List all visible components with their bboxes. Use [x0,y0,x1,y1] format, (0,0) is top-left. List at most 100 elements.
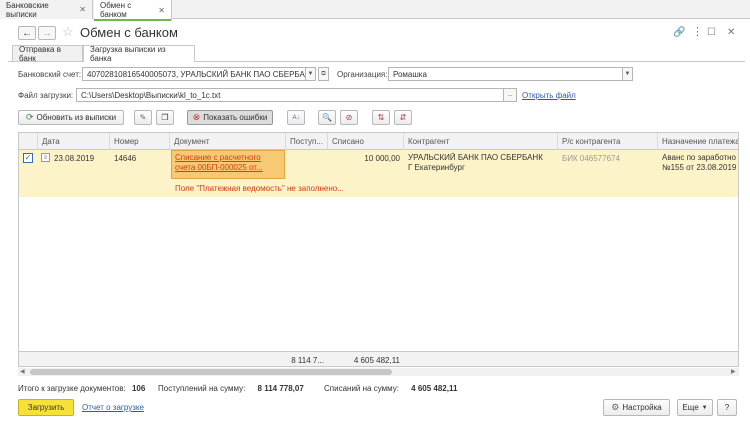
settings-button[interactable]: ⚙ Настройка [603,399,670,416]
more-vert-icon[interactable]: ⋮ [692,25,703,38]
maximize-icon[interactable]: ☐ [707,27,716,38]
header-document[interactable]: Документ [170,133,286,150]
row-counterparty: УРАЛЬСКИЙ БАНК ПАО СБЕРБАНК [408,153,543,162]
chevron-down-icon: ▼ [701,404,708,411]
button-label: Настройка [622,403,662,412]
sort-ascending-icon: ⇅ [377,113,385,122]
table-header: Дата Номер Документ Поступ... Списано Ко… [19,133,738,150]
row-document-link-line2[interactable]: счета 00БП-000025 от... [175,163,263,172]
open-account-icon[interactable]: ⧉ [318,67,329,81]
page-title: Обмен с банком [80,25,178,40]
row-debit: 10 000,00 [364,154,400,163]
tab-send-to-bank[interactable]: Отправка в банк [12,44,83,63]
row-date: 23.08.2019 [54,154,95,163]
search-button[interactable]: 🔍 [318,110,336,125]
chevron-down-icon[interactable]: ▼ [622,67,633,81]
row-error-message: Поле "Платежная ведомость" не заполнено.… [175,184,344,193]
header-checkbox-column [19,133,38,150]
app-tab-bank-statements[interactable]: Банковские выписки ✕ [0,0,93,19]
sort-descending-icon: ⇵ [399,113,407,122]
table-row[interactable]: ✓ ≡ 23.08.2019 14646 Списание с расчетно… [19,150,738,180]
account-label: Банковский счет: [18,70,82,79]
documents-table: Дата Номер Документ Поступ... Списано Ко… [18,132,739,367]
chevron-down-icon[interactable]: ▼ [305,67,316,81]
tab-label: Отправка в банк [19,44,61,63]
row-counterparty-account: БИК 046577674 [562,154,620,163]
browse-button[interactable]: ... [503,88,517,102]
header-number[interactable]: Номер [110,133,170,150]
button-label: Обновить из выписки [36,113,117,122]
load-button[interactable]: Загрузить [18,399,74,416]
scroll-left-icon[interactable]: ◀ [20,368,25,375]
app-tab-bank-exchange[interactable]: Обмен с банком ✕ [94,0,172,21]
row-counterparty-city: Г Екатеринбург [408,163,465,172]
help-button[interactable]: ? [717,399,737,416]
header-purpose[interactable]: Назначение платежа [658,133,738,150]
show-errors-button[interactable]: ⊗ Показать ошибки [187,110,273,125]
app-tab-label: Обмен с банком [100,1,132,19]
search-icon: 🔍 [322,113,332,122]
row-purpose: Аванс по заработно [662,153,736,162]
check-pencil-icon: ✎ [139,113,147,122]
income-total-value: 8 114 778,07 [257,384,304,393]
debit-total-value: 4 605 482,11 [411,384,458,393]
close-window-icon[interactable]: ✕ [727,27,735,38]
header-date[interactable]: Дата [38,133,110,150]
header-counterparty-account[interactable]: Р/с контрагента [558,133,658,150]
app-tabbar: Банковские выписки ✕ Обмен с банком ✕ [0,0,750,21]
app-tab-label: Банковские выписки [6,0,49,19]
file-path-field[interactable]: C:\Users\Desktop\Выписки\kl_to_1c.txt [76,88,504,102]
arrow-left-icon: ← [22,27,32,39]
load-report-link[interactable]: Отчет о загрузке [82,403,144,412]
docs-total-value: 106 [131,384,146,393]
more-button[interactable]: Еще ▼ [677,399,713,416]
close-icon[interactable]: ✕ [79,5,86,14]
sort-descending-button[interactable]: ⇵ [394,110,412,125]
favorite-star-icon[interactable]: ☆ [62,24,74,40]
tab-label: Загрузка выписки из банка [90,45,166,63]
row-number: 14646 [114,154,137,163]
organization-label: Организация: [337,70,388,79]
row-purpose-line2: №155 от 23.08.2019 [662,163,737,172]
search-clear-icon: ⊘ [345,113,353,122]
debit-total: Списаний на сумму: 4 605 482,11 [324,384,457,393]
scrollbar-thumb[interactable] [30,369,392,375]
row-checkbox[interactable]: ✓ [23,153,33,163]
error-icon: ⊗ [192,112,201,122]
copy-button[interactable]: ❐ [156,110,174,125]
search-clear-button[interactable]: ⊘ [340,110,358,125]
docs-total-label: Итого к загрузке документов: [18,384,126,393]
scroll-right-icon[interactable]: ▶ [731,368,736,375]
header-debit[interactable]: Списано [328,133,404,150]
error-row: Поле "Платежная ведомость" не заполнено.… [19,180,738,197]
sort-az-icon: A↓ [292,114,300,121]
copy-icon: ❐ [161,113,169,122]
button-label: Еще [682,403,699,412]
document-status-icon: ≡ [41,153,50,162]
back-button[interactable]: ← [18,26,36,40]
settings-icon: ⚙ [611,402,620,412]
check-all-button[interactable]: ✎ [134,110,152,125]
organization-field[interactable]: Ромашка [388,67,623,81]
total-income: 8 114 7... [291,356,324,365]
total-debit: 4 605 482,11 [353,356,400,365]
file-label: Файл загрузки: [18,91,74,100]
forward-button[interactable]: → [38,26,56,40]
refresh-from-statement-button[interactable]: ⟳ Обновить из выписки [18,110,124,125]
close-icon[interactable]: ✕ [158,6,165,15]
header-counterparty[interactable]: Контрагент [404,133,558,150]
table-totals: 8 114 7... 4 605 482,11 [19,351,738,366]
arrow-right-icon: → [42,27,52,39]
debit-total-label: Списаний на сумму: [324,384,399,393]
docs-total: Итого к загрузке документов: 106 [18,384,145,393]
link-icon[interactable]: 🔗 [673,27,685,38]
header-income[interactable]: Поступ... [286,133,328,150]
open-file-link[interactable]: Открыть файл [522,91,576,100]
sort-ascending-button[interactable]: ⇅ [372,110,390,125]
refresh-icon: ⟳ [25,112,34,122]
sort-az-button[interactable]: A↓ [287,110,305,125]
income-total: Поступлений на сумму: 8 114 778,07 [158,384,304,393]
tab-load-statement[interactable]: Загрузка выписки из банка [83,45,195,63]
account-field[interactable]: 40702810816540005073, УРАЛЬСКИЙ БАНК ПАО… [82,67,306,81]
row-document-link[interactable]: Списание с расчетного [175,153,261,162]
